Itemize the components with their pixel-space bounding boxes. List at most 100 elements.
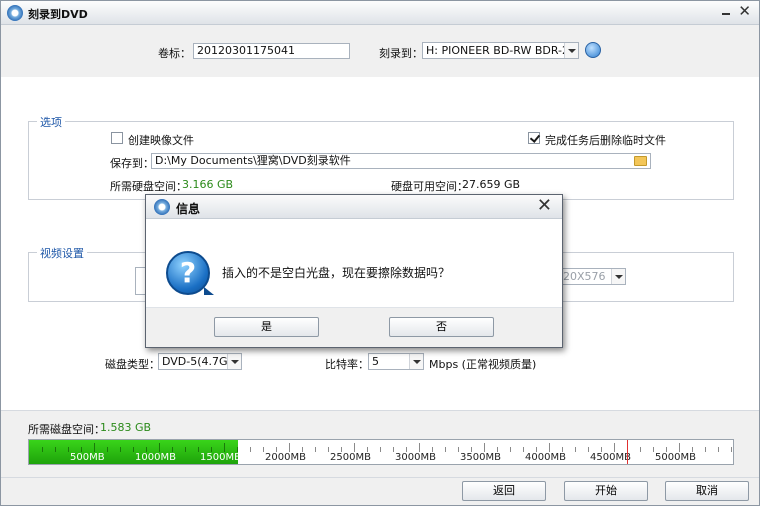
scale-tick (380, 447, 381, 452)
dialog-message: 插入的不是空白光盘，现在要擦除数据吗？ (222, 266, 451, 280)
delete-temp-label: 完成任务后删除临时文件 (545, 134, 666, 147)
scale-tick (679, 443, 680, 452)
options-group: 选项 创建映像文件 完成任务后删除临时文件 保存到： D:\My Documen… (28, 114, 734, 200)
info-dialog: 信息 ✕ ? 插入的不是空白光盘，现在要擦除数据吗？ 是 否 (145, 194, 563, 348)
scale-tick (159, 443, 160, 452)
close-icon[interactable]: ✕ (537, 197, 552, 215)
options-legend: 选项 (37, 114, 65, 130)
dialog-title: 信息 (176, 202, 201, 216)
scale-tick (94, 443, 95, 452)
scale-tick (393, 447, 394, 452)
scale-tick (224, 443, 225, 452)
scale-tick (315, 447, 316, 452)
scale-tick (588, 447, 589, 452)
dvd-app-icon (7, 5, 23, 21)
no-button[interactable]: 否 (389, 317, 494, 337)
scale-tick (458, 447, 459, 452)
available-space-value: 27.659 GB (462, 178, 521, 191)
scale-tick (263, 447, 264, 452)
scale-tick (575, 447, 576, 452)
volume-label-caption: 卷标： (158, 47, 191, 60)
scale-label: 4500MB (590, 452, 631, 463)
disc-usage-area: 所需磁盘空间： 1.583 GB 500MB 1000MB 1500MB 2000MB… (1, 410, 759, 476)
save-to-path-value: D:\My Documents\狸窝\DVD刻录软件 (155, 154, 351, 167)
scale-label: 3000MB (395, 452, 436, 463)
question-icon: ? (166, 251, 214, 295)
refresh-icon[interactable] (585, 42, 601, 58)
create-image-checkbox[interactable] (111, 132, 123, 144)
scale-tick (718, 447, 719, 452)
save-to-caption: 保存到： (110, 157, 154, 170)
scale-tick (614, 443, 615, 452)
scale-label: 1000MB (135, 452, 176, 463)
footer-bar: 返回 开始 取消 (1, 477, 759, 505)
scale-label: 4000MB (525, 452, 566, 463)
scale-tick (250, 447, 251, 452)
resolution-value: 20X576 (563, 270, 606, 283)
scale-tick (484, 443, 485, 452)
resolution-select[interactable]: 20X576 (559, 268, 626, 285)
delete-temp-checkbox[interactable] (528, 132, 540, 144)
scale-tick (55, 447, 56, 452)
scale-tick (198, 447, 199, 452)
chevron-down-icon[interactable] (409, 354, 423, 369)
scale-tick (328, 447, 329, 452)
disc-type-select[interactable]: DVD-5(4.7GB) (158, 353, 242, 370)
close-icon[interactable]: ✕ (738, 4, 751, 19)
window-title: 刻录到DVD (28, 8, 88, 21)
scale-tick (705, 447, 706, 452)
scale-tick (445, 447, 446, 452)
chevron-down-icon[interactable] (564, 43, 578, 58)
scale-label: 1500MB (200, 452, 241, 463)
chevron-down-icon[interactable] (611, 269, 625, 284)
available-space-caption: 硬盘可用空间： (391, 180, 468, 193)
bitrate-select[interactable]: 5 (368, 353, 424, 370)
dialog-title-bar: 信息 ✕ (146, 195, 562, 219)
burner-select-value: H: PIONEER BD-RW BDR-2... (426, 44, 579, 57)
scale-label: 3500MB (460, 452, 501, 463)
scale-tick (42, 447, 43, 452)
capacity-marker (627, 440, 628, 464)
required-space-value: 3.166 GB (182, 178, 234, 191)
scale-tick (68, 447, 69, 452)
volume-label-input[interactable]: 20120301175041 (193, 43, 350, 59)
create-image-label: 创建映像文件 (128, 134, 194, 147)
video-settings-legend: 视频设置 (37, 245, 87, 261)
burn-to-caption: 刻录到： (379, 47, 423, 60)
scale-tick (354, 443, 355, 452)
start-button[interactable]: 开始 (564, 481, 648, 501)
cancel-button[interactable]: 取消 (665, 481, 749, 501)
scale-tick (289, 443, 290, 452)
minimize-icon[interactable] (720, 6, 732, 18)
dvd-app-icon (154, 199, 170, 215)
scale-tick (653, 447, 654, 452)
disc-usage-caption: 所需磁盘空间： (28, 423, 105, 436)
burner-select[interactable]: H: PIONEER BD-RW BDR-2... (422, 42, 579, 59)
scale-tick (640, 447, 641, 452)
bitrate-caption: 比特率： (325, 358, 369, 371)
required-space-caption: 所需硬盘空间： (110, 180, 187, 193)
scale-label: 5000MB (655, 452, 696, 463)
scale-tick (419, 443, 420, 452)
scale-tick (731, 447, 732, 452)
dialog-button-row: 是 否 (146, 307, 562, 347)
scale-tick (523, 447, 524, 452)
bitrate-unit: Mbps (正常视频质量) (429, 358, 537, 371)
folder-icon[interactable] (634, 156, 647, 166)
disc-type-caption: 磁盘类型： (105, 358, 160, 371)
disc-usage-value: 1.583 GB (100, 421, 152, 434)
scale-label: 500MB (70, 452, 105, 463)
chevron-down-icon[interactable] (227, 354, 241, 369)
top-form: 卷标： 20120301175041 刻录到： H: PIONEER BD-RW… (1, 26, 759, 76)
scale-tick (120, 447, 121, 452)
scale-label: 2000MB (265, 452, 306, 463)
disc-usage-bar: 500MB 1000MB 1500MB 2000MB 2500MB 3000MB 3500M… (28, 439, 734, 465)
bitrate-value: 5 (372, 355, 379, 368)
scale-tick (549, 443, 550, 452)
scale-tick (185, 447, 186, 452)
title-bar: 刻录到DVD ✕ (1, 1, 759, 25)
scale-tick (510, 447, 511, 452)
save-to-path-input[interactable]: D:\My Documents\狸窝\DVD刻录软件 (151, 153, 651, 169)
back-button[interactable]: 返回 (462, 481, 546, 501)
yes-button[interactable]: 是 (214, 317, 319, 337)
